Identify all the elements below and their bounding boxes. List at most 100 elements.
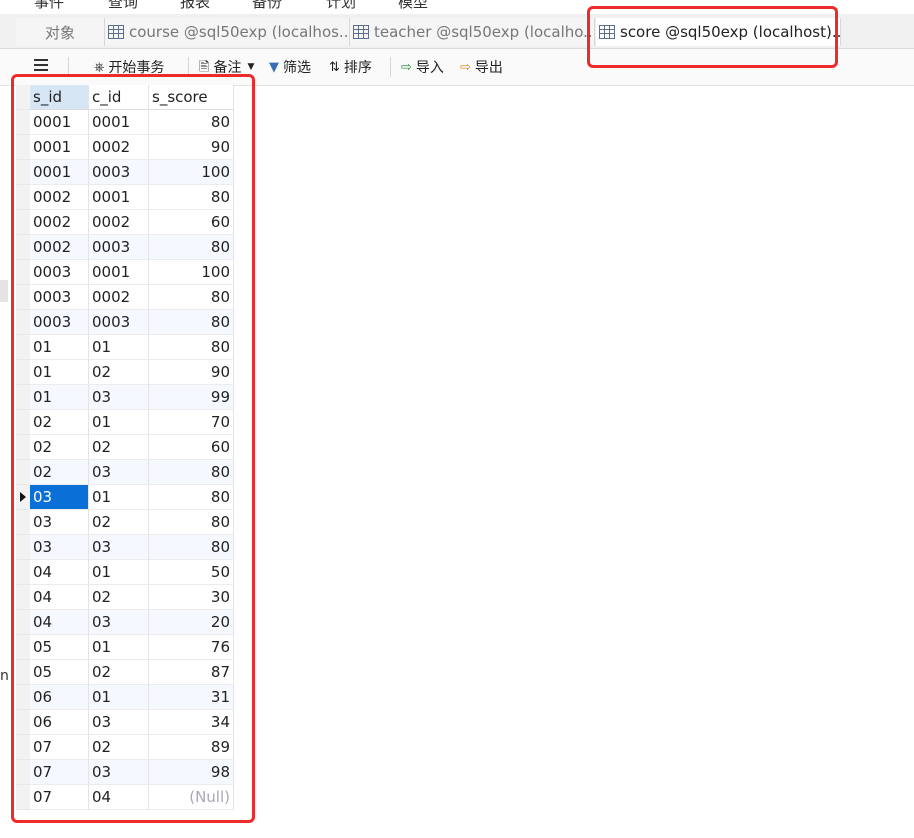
cell-s_score[interactable]: 31 bbox=[149, 685, 234, 710]
tab-score[interactable]: score @sql50exp (localhost)... bbox=[596, 18, 841, 46]
cell-s_score[interactable]: (Null) bbox=[149, 785, 234, 810]
cell-s_score[interactable]: 100 bbox=[149, 160, 234, 185]
menu-item-events[interactable]: 事件 bbox=[34, 0, 64, 12]
cell-c_id[interactable]: 02 bbox=[89, 510, 149, 535]
table-row[interactable]: 0002 0002 60 bbox=[16, 210, 234, 235]
cell-s_id[interactable]: 0001 bbox=[30, 135, 89, 160]
cell-s_id[interactable]: 0001 bbox=[30, 110, 89, 135]
table-row[interactable]: 02 02 60 bbox=[16, 435, 234, 460]
row-indicator[interactable] bbox=[16, 685, 30, 710]
row-indicator[interactable] bbox=[16, 235, 30, 260]
table-row[interactable]: 02 03 80 bbox=[16, 460, 234, 485]
cell-s_score[interactable]: 80 bbox=[149, 185, 234, 210]
table-row[interactable]: 07 02 89 bbox=[16, 735, 234, 760]
cell-s_score[interactable]: 80 bbox=[149, 110, 234, 135]
cell-s_score[interactable]: 50 bbox=[149, 560, 234, 585]
cell-s_id[interactable]: 01 bbox=[30, 335, 89, 360]
row-indicator[interactable] bbox=[16, 335, 30, 360]
table-row[interactable]: 0001 0002 90 bbox=[16, 135, 234, 160]
table-row[interactable]: 04 03 20 bbox=[16, 610, 234, 635]
table-row[interactable]: 0003 0003 80 bbox=[16, 310, 234, 335]
table-row[interactable]: 0002 0003 80 bbox=[16, 235, 234, 260]
cell-s_score[interactable]: 80 bbox=[149, 285, 234, 310]
table-row[interactable]: 01 02 90 bbox=[16, 360, 234, 385]
export-button[interactable]: ⇨ 导出 bbox=[460, 57, 503, 77]
row-indicator[interactable] bbox=[16, 360, 30, 385]
table-row[interactable]: 03 03 80 bbox=[16, 535, 234, 560]
menu-item-backup[interactable]: 备份 bbox=[252, 0, 282, 12]
row-indicator[interactable] bbox=[16, 660, 30, 685]
cell-s_score[interactable]: 98 bbox=[149, 760, 234, 785]
row-indicator[interactable] bbox=[16, 635, 30, 660]
row-indicator[interactable] bbox=[16, 535, 30, 560]
row-indicator[interactable] bbox=[16, 510, 30, 535]
table-row[interactable]: 04 02 30 bbox=[16, 585, 234, 610]
table-row[interactable]: 03 02 80 bbox=[16, 510, 234, 535]
cell-s_id[interactable]: 0003 bbox=[30, 285, 89, 310]
table-row[interactable]: 0003 0002 80 bbox=[16, 285, 234, 310]
table-row[interactable]: 06 03 34 bbox=[16, 710, 234, 735]
cell-s_id[interactable]: 07 bbox=[30, 735, 89, 760]
cell-c_id[interactable]: 01 bbox=[89, 635, 149, 660]
cell-s_id[interactable]: 0002 bbox=[30, 210, 89, 235]
cell-s_id[interactable]: 03 bbox=[30, 535, 89, 560]
row-indicator[interactable] bbox=[16, 610, 30, 635]
cell-s_score[interactable]: 80 bbox=[149, 510, 234, 535]
row-indicator[interactable] bbox=[16, 310, 30, 335]
cell-s_id[interactable]: 04 bbox=[30, 610, 89, 635]
cell-s_score[interactable]: 20 bbox=[149, 610, 234, 635]
menu-item-report[interactable]: 报表 bbox=[180, 0, 210, 12]
row-indicator[interactable] bbox=[16, 560, 30, 585]
row-indicator[interactable] bbox=[16, 735, 30, 760]
memo-button[interactable]: 🖹 备注 ▼ bbox=[199, 57, 258, 77]
cell-s_score[interactable]: 60 bbox=[149, 210, 234, 235]
row-indicator[interactable] bbox=[16, 460, 30, 485]
cell-c_id[interactable]: 0003 bbox=[89, 160, 149, 185]
cell-c_id[interactable]: 0001 bbox=[89, 185, 149, 210]
row-indicator[interactable] bbox=[16, 435, 30, 460]
row-indicator[interactable] bbox=[16, 185, 30, 210]
cell-c_id[interactable]: 03 bbox=[89, 535, 149, 560]
cell-s_score[interactable]: 100 bbox=[149, 260, 234, 285]
cell-s_id[interactable]: 0003 bbox=[30, 260, 89, 285]
table-row[interactable]: 04 01 50 bbox=[16, 560, 234, 585]
row-indicator[interactable] bbox=[16, 135, 30, 160]
cell-c_id[interactable]: 03 bbox=[89, 760, 149, 785]
cell-s_score[interactable]: 76 bbox=[149, 635, 234, 660]
column-header-s_score[interactable]: s_score bbox=[149, 85, 234, 110]
table-row[interactable]: 01 03 99 bbox=[16, 385, 234, 410]
cell-s_score[interactable]: 80 bbox=[149, 335, 234, 360]
cell-s_id[interactable]: 0002 bbox=[30, 235, 89, 260]
cell-s_id[interactable]: 07 bbox=[30, 760, 89, 785]
table-row[interactable]: 03 01 80 bbox=[16, 485, 234, 510]
column-header-c_id[interactable]: c_id bbox=[89, 85, 149, 110]
row-indicator[interactable] bbox=[16, 260, 30, 285]
table-row[interactable]: 01 01 80 bbox=[16, 335, 234, 360]
cell-s_score[interactable]: 34 bbox=[149, 710, 234, 735]
row-indicator[interactable] bbox=[16, 385, 30, 410]
sort-button[interactable]: ⇅ 排序 bbox=[329, 57, 372, 77]
row-indicator[interactable] bbox=[16, 410, 30, 435]
cell-s_id[interactable]: 0003 bbox=[30, 310, 89, 335]
tab-teacher[interactable]: teacher @sql50exp (localho... bbox=[350, 18, 595, 46]
cell-s_score[interactable]: 70 bbox=[149, 410, 234, 435]
menu-icon[interactable] bbox=[34, 59, 48, 71]
cell-s_score[interactable]: 80 bbox=[149, 460, 234, 485]
row-indicator[interactable] bbox=[16, 485, 30, 510]
cell-s_id[interactable]: 02 bbox=[30, 410, 89, 435]
menu-item-query[interactable]: 查询 bbox=[108, 0, 138, 12]
cell-s_id[interactable]: 03 bbox=[30, 485, 89, 510]
cell-s_id[interactable]: 04 bbox=[30, 585, 89, 610]
table-row[interactable]: 06 01 31 bbox=[16, 685, 234, 710]
cell-s_id[interactable]: 02 bbox=[30, 435, 89, 460]
table-row[interactable]: 05 02 87 bbox=[16, 660, 234, 685]
cell-s_score[interactable]: 80 bbox=[149, 485, 234, 510]
row-indicator[interactable] bbox=[16, 210, 30, 235]
row-indicator[interactable] bbox=[16, 160, 30, 185]
dropdown-arrow-icon[interactable]: ▼ bbox=[247, 62, 254, 72]
table-row[interactable]: 0001 0001 80 bbox=[16, 110, 234, 135]
row-indicator[interactable] bbox=[16, 285, 30, 310]
cell-c_id[interactable]: 03 bbox=[89, 710, 149, 735]
cell-c_id[interactable]: 0001 bbox=[89, 260, 149, 285]
cell-s_id[interactable]: 04 bbox=[30, 560, 89, 585]
